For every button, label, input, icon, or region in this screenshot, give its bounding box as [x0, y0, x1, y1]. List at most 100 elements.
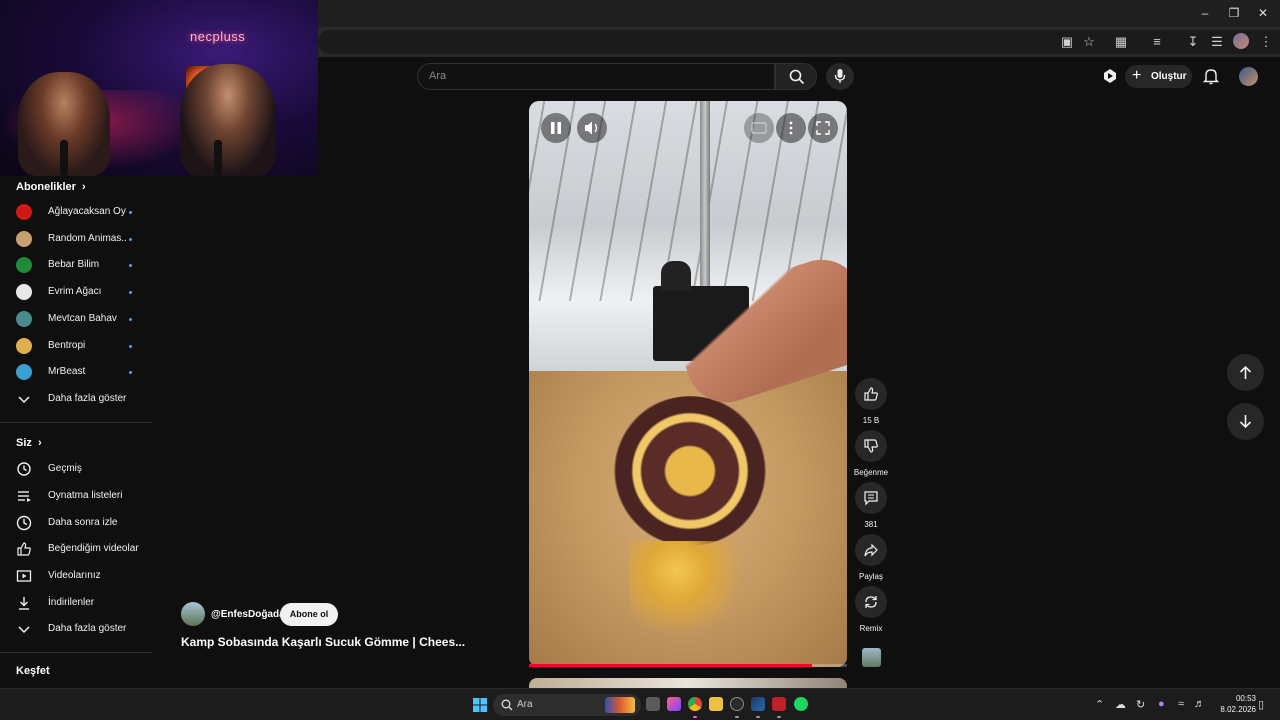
- tray-overflow-icon[interactable]: ⌃: [1095, 698, 1104, 711]
- history-icon: [17, 462, 31, 476]
- install-app-icon[interactable]: ▣: [1058, 33, 1076, 51]
- subscription-item[interactable]: Ağlayacaksan Oy...: [0, 199, 150, 225]
- sidebar-item-watch-later[interactable]: Daha sonra izle: [0, 510, 150, 536]
- obs-icon[interactable]: [730, 697, 744, 711]
- mute-button[interactable]: [577, 113, 607, 143]
- thumb-up-icon: [17, 542, 31, 556]
- previous-short-button[interactable]: [1227, 354, 1264, 391]
- address-bar[interactable]: [318, 30, 1280, 54]
- steam-icon[interactable]: [751, 697, 765, 711]
- search-input[interactable]: Ara: [417, 63, 775, 90]
- divider: [0, 652, 152, 653]
- translate-icon[interactable]: ≡: [1148, 33, 1166, 51]
- voice-search-button[interactable]: [826, 63, 854, 90]
- subscription-item[interactable]: Bebar Bilim: [0, 252, 150, 278]
- share-button[interactable]: Paylaş: [855, 534, 887, 581]
- onedrive-icon[interactable]: ☁: [1115, 698, 1126, 711]
- minimize-icon[interactable]: –: [1193, 4, 1217, 22]
- volume-icon: [585, 121, 598, 135]
- captions-button[interactable]: [744, 113, 774, 143]
- profile-avatar[interactable]: [1233, 33, 1249, 49]
- restore-icon[interactable]: ❐: [1222, 4, 1246, 22]
- video-progress-bar[interactable]: [529, 664, 847, 667]
- running-indicator: [777, 716, 781, 718]
- sidebar: Abonelikler › Ağlayacaksan Oy... Random A…: [0, 176, 155, 688]
- file-explorer-icon[interactable]: [709, 697, 723, 711]
- notifications-bell-icon[interactable]: [1202, 67, 1222, 87]
- channel-avatar[interactable]: [181, 602, 205, 626]
- new-content-dot: [129, 211, 132, 214]
- video-icon: [16, 570, 32, 582]
- search-button[interactable]: [775, 63, 817, 90]
- sidebar-item-playlists[interactable]: Oynatma listeleri: [0, 483, 150, 509]
- running-indicator: [756, 716, 760, 718]
- download-icon[interactable]: ↧: [1184, 33, 1202, 51]
- clock-icon: [16, 515, 32, 531]
- search-placeholder: Ara: [429, 70, 447, 82]
- sidebar-item-liked-videos[interactable]: Beğendiğim videolar: [0, 536, 150, 562]
- sidebar-item-your-videos[interactable]: Videolarınız: [0, 563, 150, 589]
- subscription-item[interactable]: MrBeast: [0, 359, 150, 385]
- app-icon[interactable]: [772, 697, 786, 711]
- microphone-icon[interactable]: ●: [1158, 698, 1165, 710]
- channel-name[interactable]: @EnfesDoğada: [211, 609, 285, 620]
- comments-button[interactable]: 381: [855, 482, 887, 529]
- you-heading[interactable]: Siz ›: [16, 437, 42, 449]
- remix-button[interactable]: Remix: [855, 586, 887, 633]
- new-content-dot: [129, 291, 132, 295]
- pause-button[interactable]: [541, 113, 571, 143]
- microphone-right: [214, 140, 222, 176]
- thumb-down-icon: [864, 439, 878, 453]
- sidebar-item-label: Geçmiş: [48, 463, 82, 474]
- more-options-button[interactable]: [776, 113, 806, 143]
- sausage-cheese-ring: [611, 396, 769, 546]
- subscribe-button[interactable]: Abone ol: [280, 603, 338, 626]
- tray-app-icon[interactable]: ↻: [1136, 698, 1145, 711]
- taskbar-search-label: Ara: [517, 699, 533, 710]
- you-show-more[interactable]: Daha fazla göster: [0, 616, 150, 642]
- chrome-icon[interactable]: [688, 697, 702, 711]
- windows-start-icon[interactable]: [473, 698, 487, 712]
- fullscreen-button[interactable]: [808, 113, 838, 143]
- next-short-button[interactable]: [1227, 403, 1264, 440]
- spotify-icon[interactable]: [794, 697, 808, 711]
- wifi-icon[interactable]: ≈: [1178, 698, 1184, 710]
- extensions-icon[interactable]: ▦: [1112, 33, 1130, 51]
- notification-center-icon[interactable]: ▯: [1258, 698, 1264, 711]
- clock-date: 8.02.2026: [1220, 705, 1256, 714]
- copilot-icon[interactable]: [667, 697, 681, 711]
- kebab-menu-icon[interactable]: ⋮: [1257, 33, 1275, 51]
- close-icon[interactable]: ✕: [1251, 4, 1275, 22]
- short-title[interactable]: Kamp Sobasında Kaşarlı Sucuk Gömme | Che…: [181, 635, 481, 649]
- subscriptions-heading[interactable]: Abonelikler ›: [16, 181, 86, 193]
- subscription-item[interactable]: Mevtcan Bahav: [0, 306, 150, 332]
- subscription-item[interactable]: Bentropi: [0, 333, 150, 359]
- account-avatar[interactable]: [1239, 67, 1258, 86]
- dislike-button[interactable]: Beğenme: [854, 430, 888, 477]
- playlist-icon: [18, 491, 31, 502]
- remix-shorts-icon[interactable]: [1101, 67, 1121, 87]
- like-button[interactable]: 15 B: [855, 378, 887, 425]
- subscriptions-show-more[interactable]: Daha fazla göster: [0, 386, 150, 412]
- taskbar-search[interactable]: Ara: [493, 694, 641, 716]
- progress-fill: [529, 664, 813, 667]
- microphone-icon: [834, 69, 846, 83]
- show-more-label: Daha fazla göster: [48, 393, 127, 404]
- media-control-icon[interactable]: ☰: [1208, 33, 1226, 51]
- short-video-player[interactable]: [529, 101, 847, 667]
- sidebar-item-downloads[interactable]: İndirilenler: [0, 590, 150, 616]
- audio-source-thumbnail[interactable]: [862, 648, 881, 667]
- create-button[interactable]: + Oluştur: [1125, 65, 1192, 88]
- speaker-icon[interactable]: ♬: [1194, 698, 1205, 710]
- task-view-icon[interactable]: [646, 697, 660, 711]
- bookmark-star-icon[interactable]: ☆: [1080, 33, 1098, 51]
- like-count: 15 B: [862, 416, 880, 425]
- sidebar-item-history[interactable]: Geçmiş: [0, 456, 150, 482]
- subscription-item[interactable]: Random Animas...: [0, 226, 150, 252]
- share-label: Paylaş: [858, 572, 883, 581]
- subscription-item[interactable]: Evrim Ağacı: [0, 279, 150, 305]
- new-content-dot: [129, 237, 132, 241]
- system-clock[interactable]: 00:53 8.02.2026: [1212, 693, 1256, 715]
- melted-cheese: [629, 541, 749, 641]
- new-content-dot: [129, 371, 132, 375]
